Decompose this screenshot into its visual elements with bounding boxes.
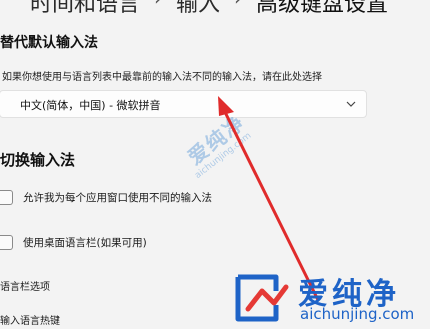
breadcrumb-separator: › xyxy=(234,0,242,10)
logo-name: 爱纯净 xyxy=(298,277,400,312)
chevron-down-icon xyxy=(346,101,356,107)
aichunjing-logo-icon xyxy=(235,274,289,322)
default-input-method-dropdown[interactable]: 中文(简体，中国) - 微软拼音 xyxy=(0,90,367,118)
input-language-hotkeys-link[interactable]: 输入语言热键 xyxy=(0,312,60,327)
language-bar-options-link[interactable]: 语言栏选项 xyxy=(0,278,50,293)
logo-url: aichunjing.com xyxy=(300,305,415,323)
watermark-url: aichunjing.com xyxy=(193,130,254,182)
dropdown-selected-value: 中文(简体，中国) - 微软拼音 xyxy=(20,99,161,112)
breadcrumb: 时间和语言 › 输入 › 高级键盘设置 xyxy=(30,0,389,18)
breadcrumb-separator: › xyxy=(154,0,162,10)
breadcrumb-item-time-language[interactable]: 时间和语言 xyxy=(30,0,140,18)
breadcrumb-item-input[interactable]: 输入 xyxy=(176,0,220,18)
desktop-language-bar-option[interactable]: 使用桌面语言栏(如果可用) xyxy=(0,233,147,251)
desktop-language-bar-checkbox[interactable] xyxy=(0,234,13,250)
page-title: 高级键盘设置 xyxy=(256,0,389,17)
site-logo: 爱纯净 aichunjing.com xyxy=(232,263,430,329)
per-app-input-label: 允许我为每个应用窗口使用不同的输入法 xyxy=(23,191,212,204)
replace-default-title: 替代默认输入法 xyxy=(0,35,98,51)
per-app-input-checkbox[interactable] xyxy=(0,189,13,205)
replace-default-description: 如果你想使用与语言列表中最靠前的输入法不同的输入法，请在此处选择 xyxy=(2,72,322,83)
desktop-language-bar-label: 使用桌面语言栏(如果可用) xyxy=(23,236,147,249)
per-app-input-option[interactable]: 允许我为每个应用窗口使用不同的输入法 xyxy=(0,188,212,206)
switch-input-title: 切换输入法 xyxy=(0,151,76,169)
